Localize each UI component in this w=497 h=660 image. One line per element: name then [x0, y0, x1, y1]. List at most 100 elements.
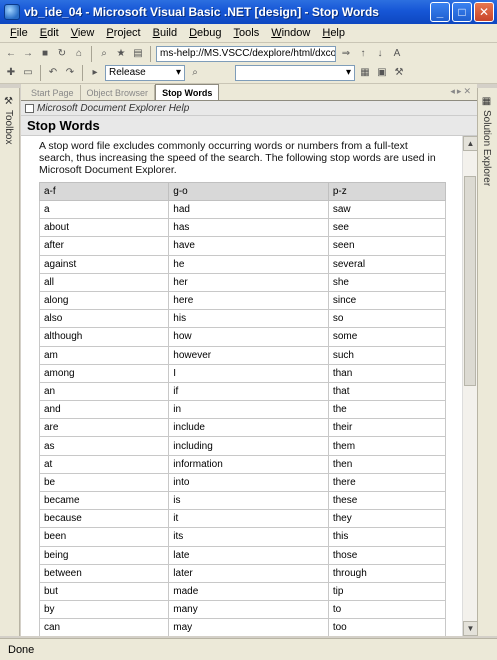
table-cell: them: [327, 436, 447, 456]
stop-words-table: a-f g-o p-z a had saw about has see after have s…: [38, 182, 447, 636]
column-header: g-o: [168, 182, 329, 201]
table-row: but made tip: [38, 581, 447, 602]
stop-icon[interactable]: ■: [38, 47, 52, 61]
table-row: all her she: [38, 272, 447, 292]
table-row: a had saw: [38, 199, 447, 220]
table-cell: by: [38, 600, 170, 620]
configuration-value: Release: [109, 67, 146, 78]
find-icon[interactable]: ⌕: [188, 66, 202, 80]
scroll-up-icon[interactable]: ▲: [463, 136, 477, 151]
open-icon[interactable]: ▭: [21, 66, 35, 80]
properties-icon[interactable]: ▣: [375, 66, 389, 80]
menu-project[interactable]: Project: [100, 27, 146, 39]
menu-help[interactable]: Help: [316, 27, 351, 39]
table-cell: seen: [327, 236, 447, 256]
table-cell: be: [38, 472, 170, 493]
scroll-down-icon[interactable]: ▼: [463, 621, 477, 636]
solution-configuration-select[interactable]: Release ▾: [105, 64, 185, 81]
table-row: are include their: [38, 418, 447, 438]
up-icon[interactable]: ↑: [356, 47, 370, 61]
back-icon[interactable]: ←: [4, 47, 18, 61]
go-icon[interactable]: ⇒: [339, 47, 353, 61]
table-cell: about: [38, 218, 170, 238]
table-cell: also: [38, 309, 170, 329]
table-cell: among: [38, 363, 170, 383]
home-icon[interactable]: ⌂: [72, 47, 86, 61]
table-cell: into: [168, 472, 329, 493]
table-cell: although: [38, 327, 170, 347]
solution-explorer-icon[interactable]: ▦: [358, 66, 372, 80]
close-icon[interactable]: ✕: [463, 86, 473, 96]
table-cell: since: [327, 290, 447, 311]
table-cell: but: [38, 581, 170, 602]
toolbox-tab[interactable]: ⚒ Toolbox: [3, 96, 14, 144]
search-icon[interactable]: ⌕: [97, 47, 111, 61]
table-cell: I: [168, 363, 329, 383]
find-combo[interactable]: ▾: [235, 64, 355, 81]
table-row: although how some: [38, 327, 447, 347]
chevron-down-icon[interactable]: ▾: [346, 67, 351, 78]
close-button[interactable]: ✕: [474, 2, 494, 22]
print-icon[interactable]: ▤: [131, 47, 145, 61]
table-cell: their: [327, 418, 447, 438]
tab-object-browser[interactable]: Object Browser: [81, 85, 156, 100]
menu-debug[interactable]: Debug: [183, 27, 227, 39]
table-cell: several: [327, 254, 447, 274]
table-cell: can: [38, 618, 170, 636]
scrollbar-thumb[interactable]: [464, 176, 476, 386]
toolbar-separator: [150, 45, 151, 62]
table-cell: however: [168, 345, 329, 365]
table-cell: these: [327, 490, 447, 511]
table-cell: an: [38, 381, 170, 402]
table-row: be into there: [38, 472, 447, 493]
menu-edit[interactable]: Edit: [34, 27, 65, 39]
menu-file[interactable]: File: [4, 27, 34, 39]
help-body: A stop word file excludes commonly occur…: [21, 136, 462, 636]
table-cell: became: [38, 490, 170, 511]
table-cell: and: [38, 400, 170, 420]
table-row: as including them: [38, 436, 447, 456]
table-cell: have: [168, 236, 329, 256]
table-row: because it they: [38, 509, 447, 529]
status-bar: Done: [0, 638, 497, 660]
toolbar-separator: [40, 64, 41, 81]
tab-stop-words[interactable]: Stop Words: [155, 84, 220, 100]
forward-icon[interactable]: →: [21, 47, 35, 61]
chevron-down-icon[interactable]: ▾: [176, 67, 181, 78]
table-row: am however such: [38, 345, 447, 365]
table-row: about has see: [38, 218, 447, 238]
table-row: against he several: [38, 254, 447, 274]
table-cell: such: [327, 345, 447, 365]
table-cell: so: [327, 309, 447, 329]
table-cell: the: [327, 400, 447, 420]
status-text: Done: [8, 643, 35, 656]
minimize-button[interactable]: _: [430, 2, 450, 22]
table-row: became is these: [38, 490, 447, 511]
menu-tools[interactable]: Tools: [228, 27, 266, 39]
favorites-icon[interactable]: ★: [114, 47, 128, 61]
menu-window[interactable]: Window: [265, 27, 316, 39]
down-icon[interactable]: ↓: [373, 47, 387, 61]
table-cell: see: [327, 218, 447, 238]
column-header: p-z: [327, 182, 447, 201]
standard-toolbar: ✚ ▭ ↶ ↷ ▸ Release ▾ ⌕ ▾ ▦ ▣ ⚒: [0, 62, 497, 84]
table-cell: been: [38, 527, 170, 547]
menu-view[interactable]: View: [65, 27, 101, 39]
refresh-icon[interactable]: ↻: [55, 47, 69, 61]
url-input[interactable]: ms-help://MS.VSCC/dexplore/html/dxcon ▾: [156, 45, 336, 62]
help-content: Microsoft Document Explorer Help Stop Wo…: [21, 101, 477, 636]
menu-build[interactable]: Build: [147, 27, 183, 39]
new-project-icon[interactable]: ✚: [4, 66, 18, 80]
maximize-button[interactable]: □: [452, 2, 472, 22]
redo-icon[interactable]: ↷: [63, 66, 77, 80]
tab-start-page[interactable]: Start Page: [25, 85, 81, 100]
table-cell: a: [38, 199, 170, 220]
start-icon[interactable]: ▸: [88, 66, 102, 80]
font-size-icon[interactable]: A: [390, 47, 404, 61]
vertical-scrollbar[interactable]: ▲ ▼: [462, 136, 477, 636]
solution-explorer-tab[interactable]: ▦ Solution Explorer: [481, 96, 492, 186]
toolbox-icon[interactable]: ⚒: [392, 66, 406, 80]
table-cell: along: [38, 290, 170, 311]
undo-icon[interactable]: ↶: [46, 66, 60, 80]
help-collapse-icon[interactable]: [25, 103, 34, 113]
